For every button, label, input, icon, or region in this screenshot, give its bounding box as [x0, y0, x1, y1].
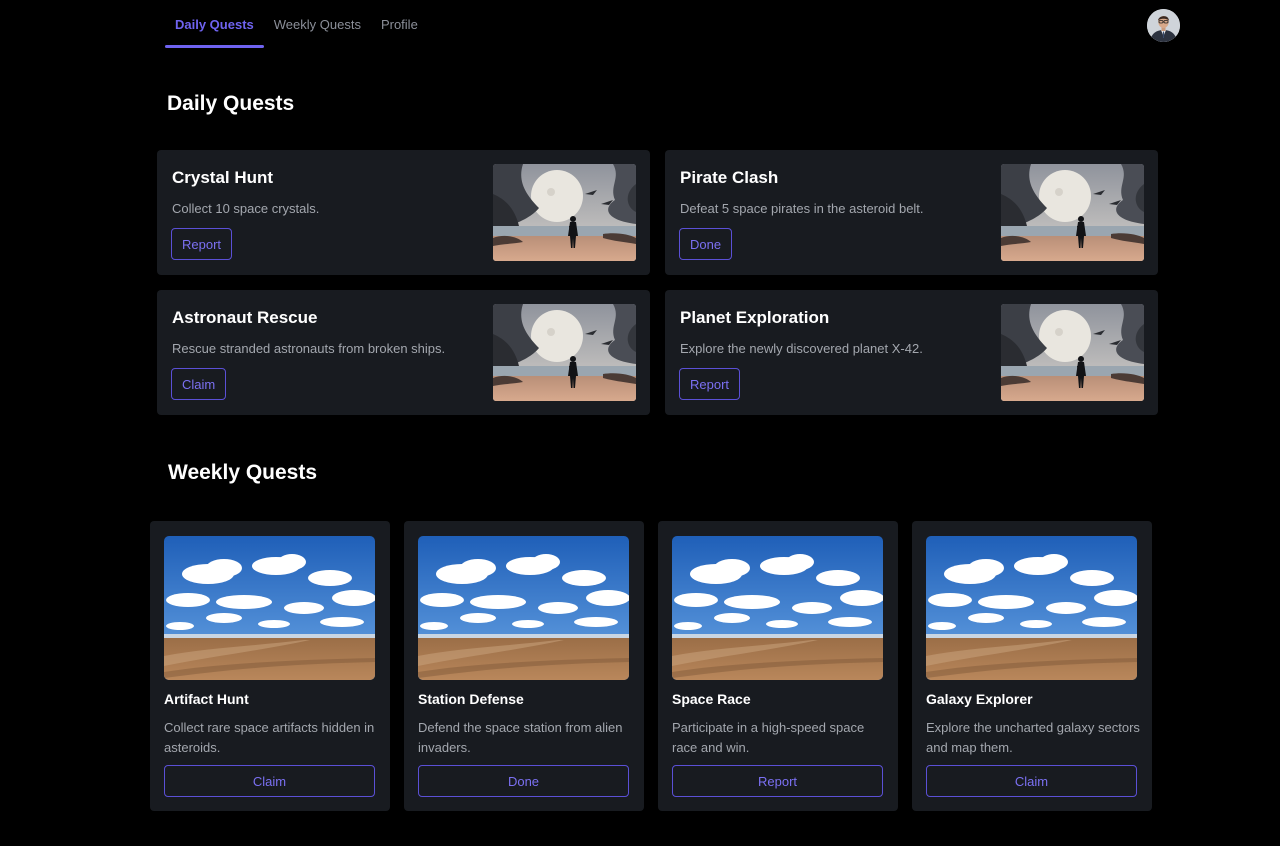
- quest-action-button[interactable]: Report: [679, 368, 741, 400]
- daily-quests-heading: Daily Quests: [167, 92, 295, 115]
- moon-landscape-image: [1001, 164, 1144, 261]
- quest-image: [1001, 304, 1144, 401]
- weekly-quest-card: Artifact Hunt Collect rare space artifac…: [150, 521, 390, 811]
- quest-image: [672, 536, 883, 680]
- quest-title: Station Defense: [418, 691, 524, 707]
- moon-landscape-image: [493, 304, 636, 401]
- tab-profile[interactable]: Profile: [371, 0, 428, 48]
- quest-action-button[interactable]: Done: [679, 228, 733, 260]
- quest-title: Pirate Clash: [680, 168, 779, 187]
- quest-description: Explore the newly discovered planet X-42…: [680, 341, 923, 356]
- quest-description: Explore the uncharted galaxy sectors and…: [926, 720, 1140, 755]
- quest-description: Collect rare space artifacts hidden in a…: [164, 720, 375, 755]
- quest-description: Defeat 5 space pirates in the asteroid b…: [680, 201, 924, 216]
- daily-quest-card: Astronaut Rescue Rescue stranded astrona…: [157, 290, 650, 415]
- quest-action-button[interactable]: Claim: [926, 765, 1137, 797]
- quest-image: [493, 304, 636, 401]
- quest-image: [1001, 164, 1144, 261]
- daily-quest-card: Pirate Clash Defeat 5 space pirates in t…: [665, 150, 1158, 275]
- avatar-icon: [1147, 9, 1180, 42]
- tab-weekly-quests[interactable]: Weekly Quests: [264, 0, 371, 48]
- quest-image: [493, 164, 636, 261]
- weekly-quest-card: Station Defense Defend the space station…: [404, 521, 644, 811]
- sky-field-image: [926, 536, 1137, 680]
- sky-field-image: [672, 536, 883, 680]
- moon-landscape-image: [1001, 304, 1144, 401]
- quest-description: Rescue stranded astronauts from broken s…: [172, 341, 446, 356]
- sky-field-image: [418, 536, 629, 680]
- sky-field-image: [164, 536, 375, 680]
- quest-description: Participate in a high-speed space race a…: [672, 720, 865, 755]
- quest-description: Defend the space station from alien inva…: [418, 720, 623, 755]
- quest-action-button[interactable]: Claim: [164, 765, 375, 797]
- quest-title: Space Race: [672, 691, 751, 707]
- quest-image: [418, 536, 629, 680]
- tab-daily-quests[interactable]: Daily Quests: [165, 0, 264, 48]
- quest-title: Galaxy Explorer: [926, 691, 1033, 707]
- quest-action-button[interactable]: Done: [418, 765, 629, 797]
- quest-action-button[interactable]: Report: [171, 228, 233, 260]
- user-avatar[interactable]: [1147, 9, 1180, 42]
- quest-action-button[interactable]: Report: [672, 765, 883, 797]
- moon-landscape-image: [493, 164, 636, 261]
- quest-title: Artifact Hunt: [164, 691, 249, 707]
- quest-title: Crystal Hunt: [172, 168, 274, 187]
- weekly-quests-heading: Weekly Quests: [168, 461, 318, 484]
- quest-image: [926, 536, 1137, 680]
- quest-title: Astronaut Rescue: [172, 308, 318, 327]
- quest-action-button[interactable]: Claim: [171, 368, 227, 400]
- daily-quest-card: Planet Exploration Explore the newly dis…: [665, 290, 1158, 415]
- quest-image: [164, 536, 375, 680]
- weekly-quest-card: Galaxy Explorer Explore the uncharted ga…: [912, 521, 1152, 811]
- quest-title: Planet Exploration: [680, 308, 830, 327]
- weekly-quest-card: Space Race Participate in a high-speed s…: [658, 521, 898, 811]
- quest-description: Collect 10 space crystals.: [172, 201, 320, 216]
- daily-quest-card: Crystal Hunt Collect 10 space crystals. …: [157, 150, 650, 275]
- daily-quests-grid: Crystal Hunt Collect 10 space crystals. …: [157, 150, 1158, 415]
- weekly-quests-grid: Artifact Hunt Collect rare space artifac…: [150, 521, 1152, 811]
- top-nav: Daily Quests Weekly Quests Profile: [165, 0, 428, 48]
